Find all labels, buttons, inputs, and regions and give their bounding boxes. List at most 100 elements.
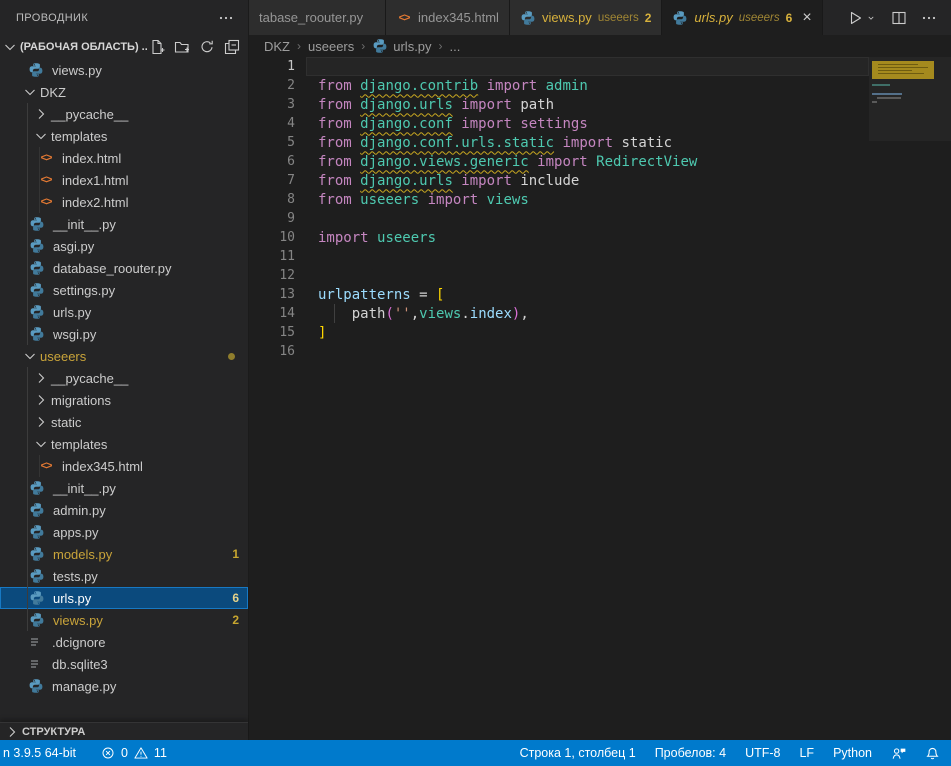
tree-item-models.py[interactable]: models.py1 xyxy=(0,543,248,565)
code-line-5[interactable]: 5from django.conf.urls.static import sta… xyxy=(249,133,951,152)
tab-urls.py[interactable]: urls.pyuseeers6× xyxy=(662,0,822,35)
minimap[interactable] xyxy=(869,57,951,740)
feedback-icon[interactable] xyxy=(890,746,907,761)
line-number: 14 xyxy=(249,306,295,321)
collapse-all-icon[interactable] xyxy=(224,39,240,55)
tree-item-tests.py[interactable]: tests.py xyxy=(0,565,248,587)
tree-item-manage.py[interactable]: manage.py xyxy=(0,675,248,697)
editor-tabs: tabase_roouter.py<>index345.htmlviews.py… xyxy=(249,0,951,35)
tree-item-views.py[interactable]: views.py xyxy=(0,59,248,81)
tree-item-static[interactable]: static xyxy=(0,411,248,433)
tree-item-index1.html[interactable]: <>index1.html xyxy=(0,169,248,191)
refresh-icon[interactable] xyxy=(199,39,215,55)
chevron-right-icon xyxy=(33,370,49,386)
python-icon xyxy=(29,216,45,232)
tree-item-urls.py[interactable]: urls.py xyxy=(0,301,248,323)
tree-item-label: urls.py xyxy=(53,305,91,320)
status-utf-8[interactable]: UTF-8 xyxy=(744,746,781,760)
tree-item-label: .dcignore xyxy=(52,635,105,650)
code-editor[interactable]: 12from django.contrib import admin 3 from … xyxy=(249,57,951,740)
notifications-bell-icon[interactable] xyxy=(924,746,941,761)
code-line-14[interactable]: 14 path('',views.index), xyxy=(249,304,951,323)
breadcrumb-item-useeers[interactable]: useeers xyxy=(308,39,354,54)
code-line-9[interactable]: 9 xyxy=(249,209,951,228)
code-line-11[interactable]: 11 xyxy=(249,247,951,266)
code-line-2[interactable]: 2from django.contrib import admin xyxy=(249,76,951,95)
line-content: urlpatterns = [ xyxy=(318,287,444,303)
tree-item-templates[interactable]: templates xyxy=(0,125,248,147)
code-line-4[interactable]: 4from django.conf import settings xyxy=(249,114,951,133)
tree-item-.dcignore[interactable]: .dcignore xyxy=(0,631,248,653)
breadcrumb-separator: › xyxy=(361,39,365,53)
code-line-16[interactable]: 16 xyxy=(249,342,951,361)
tree-item-index2.html[interactable]: <>index2.html xyxy=(0,191,248,213)
tree-item-DKZ[interactable]: DKZ xyxy=(0,81,248,103)
status-lf[interactable]: LF xyxy=(798,746,815,760)
tree-item-migrations[interactable]: migrations xyxy=(0,389,248,411)
tab-tabase_roouter.py[interactable]: tabase_roouter.py xyxy=(249,0,386,35)
warning-count: 11 xyxy=(154,746,167,760)
minimap-line xyxy=(872,93,902,95)
line-content: from django.urls import include xyxy=(318,173,579,189)
chevron-down-icon xyxy=(2,39,18,55)
code-line-3[interactable]: 3 from django.urls import path xyxy=(249,95,951,114)
tree-item-wsgi.py[interactable]: wsgi.py xyxy=(0,323,248,345)
code-line-13[interactable]: 13urlpatterns = [ xyxy=(249,285,951,304)
line-content: from django.conf import settings xyxy=(318,116,588,132)
run-python-file-button[interactable] xyxy=(847,10,877,26)
tree-item-label: templates xyxy=(51,437,107,452)
new-folder-icon[interactable] xyxy=(174,39,190,55)
status-пробелов--4[interactable]: Пробелов: 4 xyxy=(654,746,727,760)
minimap-line xyxy=(872,101,877,103)
tree-item-__pycache__[interactable]: __pycache__ xyxy=(0,103,248,125)
problems-status[interactable]: 0 11 xyxy=(99,745,168,761)
close-icon[interactable]: × xyxy=(802,10,811,26)
tab-index345.html[interactable]: <>index345.html xyxy=(386,0,510,35)
breadcrumb-item-...[interactable]: ... xyxy=(450,39,461,54)
breadcrumb-item-urls.py[interactable]: urls.py xyxy=(372,38,431,54)
tree-item-label: db.sqlite3 xyxy=(52,657,108,672)
code-line-12[interactable]: 12 xyxy=(249,266,951,285)
tree-item-label: __init__.py xyxy=(53,481,116,496)
tree-item-apps.py[interactable]: apps.py xyxy=(0,521,248,543)
workspace-section-header[interactable]: (РАБОЧАЯ ОБЛАСТЬ) ... xyxy=(0,35,248,59)
tree-item-index.html[interactable]: <>index.html xyxy=(0,147,248,169)
line-content: from django.urls import path xyxy=(318,97,554,113)
status-python[interactable]: Python xyxy=(832,746,873,760)
split-editor-button[interactable] xyxy=(891,10,907,26)
chevron-down-icon xyxy=(33,128,49,144)
more-actions-button[interactable] xyxy=(921,10,937,26)
tree-item-db.sqlite3[interactable]: db.sqlite3 xyxy=(0,653,248,675)
tree-item-views.py[interactable]: views.py2 xyxy=(0,609,248,631)
new-file-icon[interactable] xyxy=(149,39,165,55)
python-icon xyxy=(29,502,45,518)
breadcrumb-item-DKZ[interactable]: DKZ xyxy=(264,39,290,54)
tree-item-__init__.py[interactable]: __init__.py xyxy=(0,213,248,235)
python-interpreter-status[interactable]: n 3.9.5 64-bit xyxy=(2,746,77,760)
tree-item-index345.html[interactable]: <>index345.html xyxy=(0,455,248,477)
code-line-10[interactable]: 10import useeers xyxy=(249,228,951,247)
tree-item-database_roouter.py[interactable]: database_roouter.py xyxy=(0,257,248,279)
line-number: 9 xyxy=(249,211,295,226)
code-line-1[interactable]: 1 xyxy=(249,57,951,76)
tree-item-asgi.py[interactable]: asgi.py xyxy=(0,235,248,257)
code-line-6[interactable]: 6from django.views.generic import Redire… xyxy=(249,152,951,171)
tree-item-urls.py[interactable]: urls.py6 xyxy=(0,587,248,609)
line-number: 3 xyxy=(249,97,295,112)
explorer-more-actions-icon[interactable] xyxy=(218,10,234,26)
tree-item-label: __pycache__ xyxy=(51,107,128,122)
tab-views.py[interactable]: views.pyuseeers2 xyxy=(510,0,662,35)
tree-item-__init__.py[interactable]: __init__.py xyxy=(0,477,248,499)
tree-item-templates[interactable]: templates xyxy=(0,433,248,455)
tab-label: views.py xyxy=(542,10,592,25)
tree-item-settings.py[interactable]: settings.py xyxy=(0,279,248,301)
status-строка-1--столбец-1[interactable]: Строка 1, столбец 1 xyxy=(519,746,637,760)
tree-item-useeers[interactable]: useeers xyxy=(0,345,248,367)
tree-item-admin.py[interactable]: admin.py xyxy=(0,499,248,521)
outline-section-header[interactable]: СТРУКТУРА xyxy=(0,722,248,740)
code-line-8[interactable]: 8from useeers import views xyxy=(249,190,951,209)
tree-item-__pycache__[interactable]: __pycache__ xyxy=(0,367,248,389)
line-content: from django.conf.urls.static import stat… xyxy=(318,135,672,151)
code-line-7[interactable]: 7from django.urls import include xyxy=(249,171,951,190)
code-line-15[interactable]: 15] xyxy=(249,323,951,342)
